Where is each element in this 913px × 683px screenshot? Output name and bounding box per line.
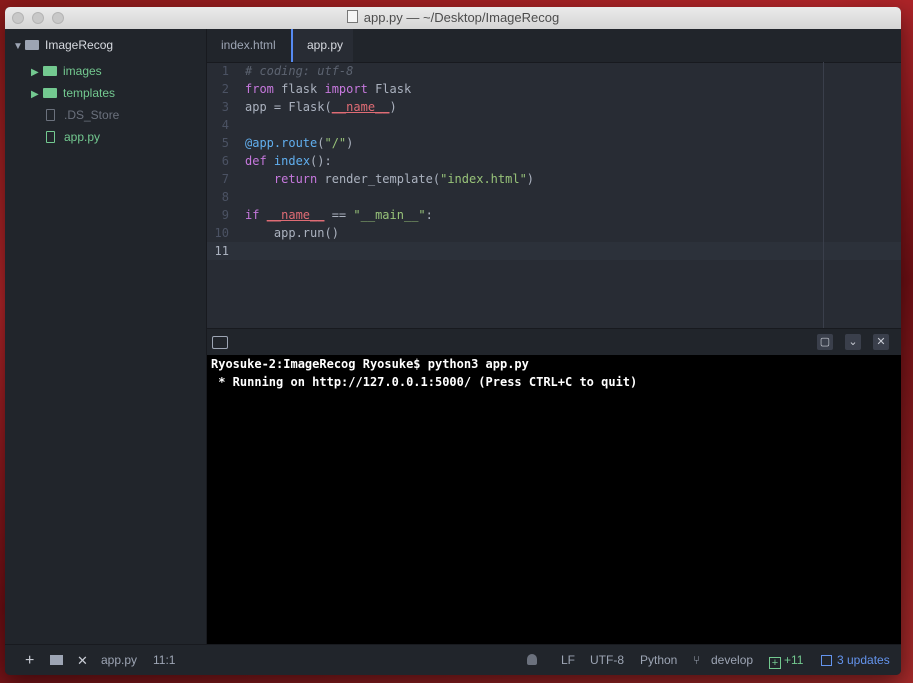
close-panel-button[interactable]: ✕ xyxy=(873,334,889,350)
updates-label: 3 updates xyxy=(837,653,890,667)
tree-root-folder[interactable]: ▼ ImageRecog xyxy=(13,35,113,55)
chevron-right-icon: ▶ xyxy=(31,67,39,78)
status-bar: + ✕ app.py 11:1 LF UTF-8 Python ⑂ develo… xyxy=(5,644,901,675)
close-terminal-button[interactable]: ✕ xyxy=(77,645,88,675)
code-line: if __name__ == "__main__": xyxy=(245,208,433,222)
squirrel-icon xyxy=(527,645,537,675)
code-line: from flask import Flask xyxy=(245,82,412,96)
file-icon xyxy=(46,109,55,121)
line-number: 7 xyxy=(221,172,229,186)
tab-bar: index.html app.py xyxy=(207,29,901,63)
code-line: # coding: utf-8 xyxy=(245,64,354,78)
status-file-name[interactable]: app.py xyxy=(101,645,137,675)
plus-square-icon: + xyxy=(769,657,781,669)
code-line: app.run() xyxy=(245,226,339,240)
keyboard-icon[interactable] xyxy=(212,336,228,349)
tree-item-templates[interactable]: ▶ templates xyxy=(31,83,115,103)
title-bar: app.py — ~/Desktop/ImageRecog xyxy=(5,7,901,30)
terminal-output[interactable]: Ryosuke-2:ImageRecog Ryosuke$ python3 ap… xyxy=(207,355,901,644)
status-encoding[interactable]: UTF-8 xyxy=(590,645,624,675)
chevron-right-icon: ▶ xyxy=(31,89,39,100)
tree-item-label: templates xyxy=(63,86,116,100)
terminal-line: * Running on http://127.0.0.1:5000/ (Pre… xyxy=(211,375,638,389)
terminal-line: Ryosuke-2:ImageRecog Ryosuke$ python3 ap… xyxy=(211,357,529,371)
terminal-toolbar: ▢ ⌄ ✕ xyxy=(207,328,901,356)
git-diff-count: +11 xyxy=(784,653,804,667)
code-line: @app.route("/") xyxy=(245,136,354,150)
git-diff-status[interactable]: + +11 xyxy=(769,645,803,675)
code-area[interactable]: # coding: utf-8 from flask import Flask ap… xyxy=(245,62,895,260)
tab-app-py[interactable]: app.py xyxy=(291,29,353,62)
add-terminal-button[interactable]: + xyxy=(25,645,34,675)
terminal-icon[interactable] xyxy=(50,645,63,675)
document-icon xyxy=(346,10,358,23)
line-number: 2 xyxy=(221,82,229,96)
tree-item-label: images xyxy=(63,64,102,78)
status-cursor-position[interactable]: 11:1 xyxy=(153,645,175,675)
tab-index-html[interactable]: index.html xyxy=(207,29,291,62)
tree-root-label: ImageRecog xyxy=(45,38,114,52)
git-branch-icon: ⑂ xyxy=(693,653,701,667)
tree-item-ds-store[interactable]: .DS_Store xyxy=(46,105,119,125)
line-number: 8 xyxy=(221,190,229,204)
folder-icon xyxy=(25,40,39,50)
folder-icon xyxy=(43,88,57,98)
editor-pane: index.html app.py 1 2 3 4 5 6 7 8 9 10 1… xyxy=(207,29,901,328)
tree-view: ▼ ImageRecog ▶ images ▶ templates .DS_Store… xyxy=(5,29,207,644)
code-line: def index(): xyxy=(245,154,332,168)
code-line: return render_template("index.html") xyxy=(273,172,535,186)
line-number-gutter: 1 2 3 4 5 6 7 8 9 10 11 xyxy=(207,62,237,260)
updates-button[interactable]: 3 updates xyxy=(821,645,890,675)
chevron-down-icon[interactable]: ⌄ xyxy=(845,334,861,350)
code-line: app = Flask(__name__) xyxy=(245,100,397,114)
window-title: app.py — ~/Desktop/ImageRecog xyxy=(5,7,901,29)
tree-item-images[interactable]: ▶ images xyxy=(31,61,102,81)
line-number: 10 xyxy=(214,226,229,240)
status-git-branch[interactable]: develop xyxy=(711,645,753,675)
package-icon xyxy=(821,655,832,666)
tree-item-label: .DS_Store xyxy=(64,108,120,122)
line-number: 3 xyxy=(221,100,229,114)
atom-window: app.py — ~/Desktop/ImageRecog ▼ ImageReco… xyxy=(5,7,901,675)
folder-icon xyxy=(43,66,57,76)
tree-item-app-py[interactable]: app.py xyxy=(46,127,100,147)
line-number: 1 xyxy=(221,64,229,78)
line-number: 6 xyxy=(221,154,229,168)
tab-label: app.py xyxy=(307,38,344,52)
file-icon xyxy=(46,131,55,143)
tree-item-label: app.py xyxy=(64,130,101,144)
line-number: 9 xyxy=(221,208,229,222)
window-title-text: app.py — ~/Desktop/ImageRecog xyxy=(363,10,560,25)
line-number: 11 xyxy=(214,244,229,258)
maximize-panel-button[interactable]: ▢ xyxy=(817,334,833,350)
tab-label: index.html xyxy=(221,38,276,52)
status-line-ending[interactable]: LF xyxy=(561,645,575,675)
chevron-down-icon: ▼ xyxy=(13,41,23,52)
status-grammar[interactable]: Python xyxy=(640,645,677,675)
line-number: 5 xyxy=(221,136,229,150)
line-number: 4 xyxy=(221,118,229,132)
